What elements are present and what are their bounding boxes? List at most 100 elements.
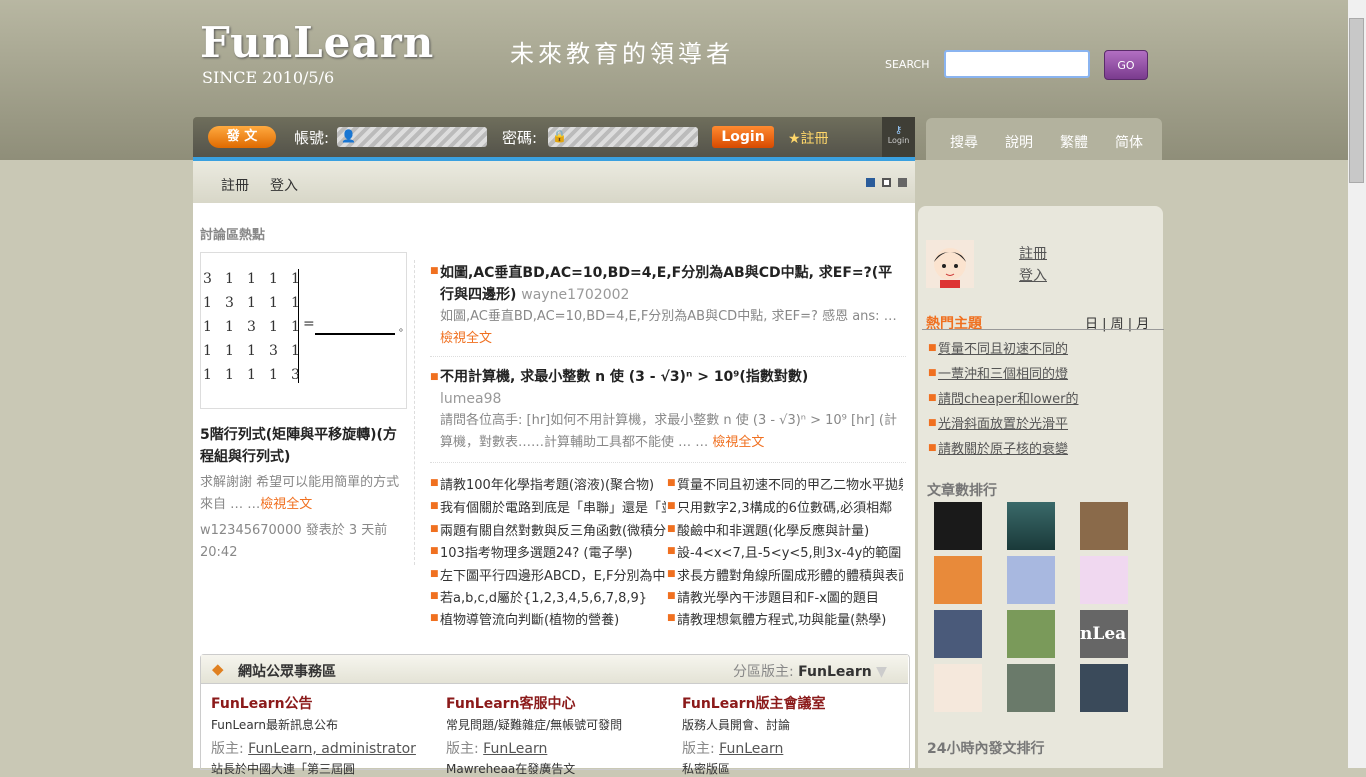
featured-readmore[interactable]: 檢視全文 [260, 497, 312, 512]
separator [430, 462, 906, 463]
password-label: 密碼: [502, 129, 538, 147]
hot-topic-item[interactable]: 一蕈沖和三個相同的燈 [938, 363, 1068, 382]
slide-dot-2[interactable] [882, 178, 891, 187]
bullet-icon: ■ [430, 478, 439, 488]
forum-title[interactable]: FunLearn版主會議室 [682, 693, 826, 713]
featured-title[interactable]: 5階行列式(矩陣與平移旋轉)(方程組與行列式) [200, 424, 400, 468]
user-thumb[interactable] [1080, 502, 1128, 550]
forum-title[interactable]: FunLearn公告 [211, 693, 313, 713]
forum-mods: 版主: FunLearn [682, 741, 784, 757]
key-icon: ⚷ [894, 125, 903, 136]
rank24-title: 24小時內發文排行 [927, 741, 1045, 757]
list-item[interactable]: 請教光學內干涉題目和F-x圖的題目 [677, 587, 903, 606]
list-item[interactable]: 請教理想氣體方程式,功與能量(熱學) [677, 609, 903, 628]
hot-topics-divider [922, 329, 1164, 330]
password-field[interactable]: 🔒 [548, 127, 698, 147]
bullet-icon: ■ [667, 613, 676, 623]
sidebar-register-link[interactable]: 註冊 [1019, 243, 1047, 263]
list-item[interactable]: 103指考物理多選題24? (電子學) [440, 542, 666, 561]
scrollbar[interactable] [1348, 0, 1366, 768]
topic-title[interactable]: 如圖,AC垂直BD,AC=10,BD=4,E,F分別為AB與CD中點, 求EF=… [440, 262, 906, 306]
list-item[interactable]: 左下圖平行四邊形ABCD，E,F分別為中點 [440, 565, 666, 584]
nav-search[interactable]: 搜尋 [950, 132, 978, 152]
login-button[interactable]: Login [712, 126, 774, 148]
login-icon-button[interactable]: ⚷ Login [882, 117, 915, 157]
slide-dot-1[interactable] [866, 178, 875, 187]
featured-image[interactable]: 31111 13111 11311 11131 11113 = 。 [200, 252, 409, 409]
separator [430, 356, 906, 357]
list-item[interactable]: 若a,b,c,d屬於{1,2,3,4,5,6,7,8,9} [440, 587, 666, 606]
bullet-icon: ■ [430, 569, 439, 579]
lock-icon: 🔒 [552, 129, 567, 143]
bullet-icon: ■ [667, 569, 676, 579]
since-text: SINCE 2010/5/6 [202, 68, 335, 87]
forum-desc: FunLearn最新訊息公布 [211, 718, 338, 732]
user-thumb[interactable] [1080, 556, 1128, 604]
matrix-bar [298, 269, 299, 383]
topic-author[interactable]: wayne1702002 [521, 287, 629, 303]
bullet-icon: ■ [928, 443, 937, 453]
nav-traditional[interactable]: 繁體 [1060, 132, 1088, 152]
chevron-down-icon[interactable]: ▼ [876, 664, 887, 680]
hot-topic-item[interactable]: 光滑斜面放置於光滑平 [938, 413, 1068, 432]
subnav-login[interactable]: 登入 [270, 175, 298, 195]
bullet-icon: ■ [667, 546, 676, 556]
avatar[interactable] [926, 240, 974, 288]
search-input[interactable] [944, 50, 1090, 78]
user-thumb[interactable] [934, 502, 982, 550]
list-item[interactable]: 只用數字2,3構成的6位數碼,必須相鄰 [677, 497, 903, 516]
topic-readmore[interactable]: 檢視全文 [712, 435, 764, 450]
list-item[interactable]: 植物導管流向判斷(植物的營養) [440, 609, 666, 628]
user-thumb[interactable] [1080, 664, 1128, 712]
register-link[interactable]: ★註冊 [788, 128, 829, 148]
user-thumb[interactable] [1007, 502, 1055, 550]
forum-latest[interactable]: 私密版區 [682, 760, 730, 777]
bullet-icon: ■ [430, 546, 439, 556]
topic-author[interactable]: lumea98 [440, 391, 501, 407]
user-thumb[interactable] [1007, 556, 1055, 604]
nav-simplified[interactable]: 简体 [1115, 132, 1143, 152]
hot-topic-item[interactable]: 請教關於原子核的衰變 [938, 438, 1068, 457]
subnav-register[interactable]: 註冊 [221, 175, 249, 195]
list-item[interactable]: 請教100年化學指考題(溶液)(聚合物) [440, 474, 666, 493]
bullet-icon: ■ [430, 372, 439, 382]
list-item[interactable]: 質量不同且初速不同的甲乙二物水平拋射 [677, 474, 903, 493]
forum-latest[interactable]: Mawreheaa在發廣告文 [446, 760, 575, 777]
rank-title: 文章數排行 [927, 483, 997, 499]
nav-help[interactable]: 說明 [1005, 132, 1033, 152]
user-thumb[interactable] [934, 610, 982, 658]
user-thumb[interactable] [1007, 664, 1055, 712]
forum-desc: 版務人員開會、討論 [682, 718, 791, 732]
user-thumb[interactable] [934, 556, 982, 604]
bullet-icon: ■ [928, 418, 937, 428]
user-thumb[interactable] [934, 664, 982, 712]
list-item[interactable]: 設-4<x<7,且-5<y<5,則3x-4y的範圍 [677, 542, 903, 561]
forum-board-moderator: 分區版主: FunLearn ▼ [733, 664, 887, 680]
list-item[interactable]: 酸鹼中和非選題(化學反應與計量) [677, 520, 903, 539]
bullet-icon: ■ [430, 524, 439, 534]
user-thumb[interactable] [1007, 610, 1055, 658]
post-button[interactable]: 發 文 [208, 126, 276, 148]
forum-board-title[interactable]: 網站公眾事務區 [238, 661, 336, 681]
list-item[interactable]: 我有個關於電路到底是「串聯」還是「並聯」 [440, 497, 666, 516]
hot-topic-item[interactable]: 質量不同且初速不同的 [938, 338, 1068, 357]
bullet-icon: ■ [430, 266, 439, 276]
forum-title[interactable]: FunLearn客服中心 [446, 693, 576, 713]
bullet-icon: ■ [667, 478, 676, 488]
user-thumb[interactable]: nLea [1080, 610, 1128, 658]
topic-readmore[interactable]: 檢視全文 [440, 331, 492, 346]
list-item[interactable]: 求長方體對角線所圍成形體的體積與表面積 [677, 565, 903, 584]
forum-latest[interactable]: 站長於中國大連「第三屆圓 [211, 760, 355, 777]
go-button[interactable]: GO [1104, 50, 1148, 80]
bullet-icon: ■ [667, 501, 676, 511]
sidebar-login-link[interactable]: 登入 [1019, 265, 1047, 285]
matrix-blank [315, 333, 395, 335]
matrix-end: 。 [399, 323, 409, 334]
topic-title[interactable]: 不用計算機, 求最小整數 n 使 (3 - √3)ⁿ > 10⁹(指數對數) lu… [440, 366, 906, 410]
hot-topic-item[interactable]: 請問cheaper和lower的 [938, 388, 1079, 407]
list-item[interactable]: 兩題有關自然對數與反三角函數(微積分) [440, 520, 666, 539]
scrollbar-thumb[interactable] [1349, 18, 1364, 183]
slide-dot-3[interactable] [898, 178, 907, 187]
site-logo[interactable]: FunLearn [200, 18, 434, 67]
account-field[interactable]: 👤 [337, 127, 487, 147]
